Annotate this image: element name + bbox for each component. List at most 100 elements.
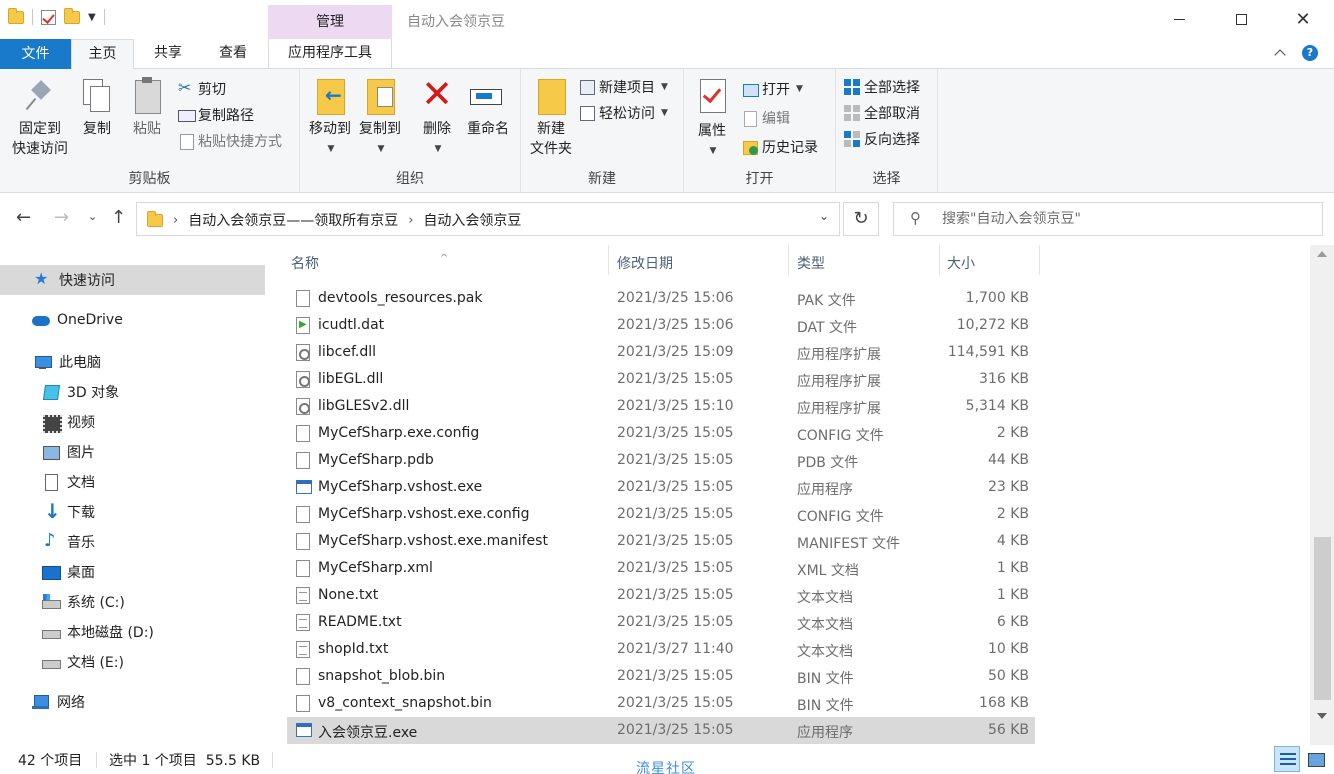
copy-path-button[interactable]: 复制路径: [178, 105, 254, 125]
copy-to-button[interactable]: 复制到 ▼: [356, 75, 404, 159]
column-divider[interactable]: [939, 245, 940, 275]
table-row[interactable]: README.txt 2021/3/25 15:05 文本文档 6 KB: [287, 609, 1035, 636]
table-row[interactable]: None.txt 2021/3/25 15:05 文本文档 1 KB: [287, 582, 1035, 609]
select-none-button[interactable]: 全部取消: [844, 103, 920, 123]
help-icon[interactable]: ?: [1302, 45, 1318, 61]
history-icon: [742, 139, 758, 155]
search-box[interactable]: ⚲: [893, 202, 1323, 236]
paste-button[interactable]: 粘贴: [128, 77, 166, 139]
tab-home[interactable]: 主页: [71, 39, 134, 70]
details-view-button[interactable]: [1274, 746, 1300, 772]
maximize-button[interactable]: [1210, 0, 1272, 39]
select-all-button[interactable]: 全部选择: [844, 77, 920, 97]
breadcrumb-item-current[interactable]: 自动入会领京豆: [423, 210, 521, 230]
breadcrumb-item[interactable]: 自动入会领京豆——领取所有京豆: [188, 210, 398, 230]
nav-network[interactable]: 网络: [32, 692, 85, 712]
table-row[interactable]: MyCefSharp.vshost.exe.manifest 2021/3/25 …: [287, 528, 1035, 555]
chevron-right-icon[interactable]: ›: [173, 213, 178, 228]
nav-desktop[interactable]: 桌面: [42, 562, 95, 582]
system-drive-icon: [42, 594, 61, 610]
customize-toolbar-dropdown-icon[interactable]: ▼: [88, 12, 96, 23]
file-name: MyCefSharp.exe.config: [318, 425, 480, 441]
up-button[interactable]: ↑: [111, 207, 126, 228]
collapse-ribbon-icon[interactable]: [1274, 49, 1286, 61]
file-size: 1,700 KB: [965, 290, 1029, 306]
column-header-size[interactable]: 大小: [947, 253, 975, 273]
nav-3d-objects[interactable]: 3D 对象: [42, 382, 119, 402]
nav-quick-access[interactable]: 快速访问: [0, 265, 265, 295]
forward-button[interactable]: →: [54, 207, 69, 228]
nav-downloads[interactable]: 下载: [42, 499, 95, 523]
nav-music[interactable]: 音乐: [42, 530, 95, 552]
new-folder-button[interactable]: 新建 文件夹: [525, 75, 577, 159]
chevron-down-icon[interactable]: ⌄: [819, 209, 829, 223]
tab-view[interactable]: 查看: [200, 39, 266, 69]
table-row[interactable]: libEGL.dll 2021/3/25 15:05 应用程序扩展 316 KB: [287, 366, 1035, 393]
tab-manage[interactable]: 管理: [268, 5, 392, 39]
refresh-button[interactable]: ↻: [843, 202, 879, 236]
column-divider[interactable]: [608, 245, 609, 275]
scrollbar-thumb[interactable]: [1314, 537, 1331, 700]
properties-button[interactable]: 属性 ▼: [692, 77, 732, 161]
table-row[interactable]: MyCefSharp.exe.config 2021/3/25 15:05 CONF…: [287, 420, 1035, 447]
file-size: 316 KB: [979, 371, 1029, 387]
tab-file[interactable]: 文件: [0, 39, 71, 69]
table-row[interactable]: MyCefSharp.pdb 2021/3/25 15:05 PDB 文件 44 KB: [287, 447, 1035, 474]
chevron-right-icon[interactable]: ›: [408, 213, 413, 228]
table-row-selected[interactable]: 入会领京豆.exe 2021/3/25 15:05 应用程序 56 KB: [287, 717, 1035, 744]
column-divider[interactable]: [788, 245, 789, 275]
column-header-name[interactable]: 名称: [291, 253, 319, 273]
file-type: XML 文档: [797, 563, 859, 579]
close-button[interactable]: ✕: [1272, 0, 1334, 39]
table-row[interactable]: shopId.txt 2021/3/27 11:40 文本文档 10 KB: [287, 636, 1035, 663]
tab-app-tools[interactable]: 应用程序工具: [268, 39, 392, 69]
delete-button[interactable]: ✕ 删除 ▼: [418, 75, 456, 159]
address-bar[interactable]: › 自动入会领京豆——领取所有京豆 › 自动入会领京豆 ⌄: [136, 202, 840, 236]
nav-drive-e[interactable]: 文档 (E:): [42, 652, 124, 672]
nav-this-pc[interactable]: 此电脑: [34, 352, 101, 372]
nav-documents[interactable]: 文档: [42, 472, 95, 492]
paste-shortcut-button[interactable]: 粘贴快捷方式: [178, 131, 282, 151]
copy-button[interactable]: 复制: [78, 77, 116, 139]
table-row[interactable]: v8_context_snapshot.bin 2021/3/25 15:05 BI…: [287, 690, 1035, 717]
new-item-button[interactable]: 新建项目 ▼: [579, 77, 668, 97]
move-to-button[interactable]: 移动到 ▼: [306, 75, 354, 159]
nav-onedrive[interactable]: OneDrive: [32, 312, 123, 328]
minimize-button[interactable]: [1148, 0, 1210, 39]
search-input[interactable]: [942, 207, 1312, 231]
easy-access-button[interactable]: 轻松访问 ▼: [579, 103, 668, 123]
properties-icon[interactable]: [41, 9, 56, 25]
table-row[interactable]: snapshot_blob.bin 2021/3/25 15:05 BIN 文件 50…: [287, 663, 1035, 690]
text-file-icon: [296, 641, 310, 658]
recent-locations-dropdown[interactable]: ⌄: [88, 210, 97, 223]
nav-drive-c[interactable]: 系统 (C:): [42, 592, 125, 612]
invert-selection-button[interactable]: 反向选择: [844, 129, 920, 149]
large-icons-view-button[interactable]: [1302, 746, 1328, 772]
scroll-up-icon[interactable]: [1317, 251, 1327, 257]
scroll-down-icon[interactable]: [1317, 713, 1327, 719]
table-row[interactable]: libGLESv2.dll 2021/3/25 15:10 应用程序扩展 5,314 …: [287, 393, 1035, 420]
column-divider[interactable]: [1039, 245, 1040, 275]
move-to-icon: [313, 75, 347, 115]
table-row[interactable]: libcef.dll 2021/3/25 15:09 应用程序扩展 114,591 K…: [287, 339, 1035, 366]
nav-pictures[interactable]: 图片: [42, 442, 95, 462]
edit-button[interactable]: 编辑: [742, 108, 790, 128]
nav-drive-d[interactable]: 本地磁盘 (D:): [42, 622, 154, 642]
column-header-type[interactable]: 类型: [797, 253, 825, 273]
table-row[interactable]: icudtl.dat 2021/3/25 15:06 DAT 文件 10,272 KB: [287, 312, 1035, 339]
back-button[interactable]: ←: [16, 207, 31, 228]
table-row[interactable]: MyCefSharp.vshost.exe.config 2021/3/25 15…: [287, 501, 1035, 528]
nav-videos[interactable]: 视频: [42, 412, 95, 433]
vertical-scrollbar[interactable]: [1310, 245, 1334, 745]
rename-button[interactable]: 重命名: [463, 75, 513, 139]
tab-share[interactable]: 共享: [136, 39, 200, 69]
new-folder-icon[interactable]: [64, 7, 80, 24]
cut-button[interactable]: 剪切: [178, 78, 226, 99]
open-button[interactable]: 打开 ▼: [742, 79, 803, 99]
history-button[interactable]: 历史记录: [742, 137, 818, 157]
pin-quick-access-button[interactable]: 固定到 快速访问: [8, 79, 72, 159]
table-row[interactable]: MyCefSharp.vshost.exe 2021/3/25 15:05 应用程序…: [287, 474, 1035, 501]
column-header-modified[interactable]: 修改日期: [617, 253, 673, 273]
table-row[interactable]: devtools_resources.pak 2021/3/25 15:06 PAK…: [287, 285, 1035, 312]
table-row[interactable]: MyCefSharp.xml 2021/3/25 15:05 XML 文档 1 KB: [287, 555, 1035, 582]
